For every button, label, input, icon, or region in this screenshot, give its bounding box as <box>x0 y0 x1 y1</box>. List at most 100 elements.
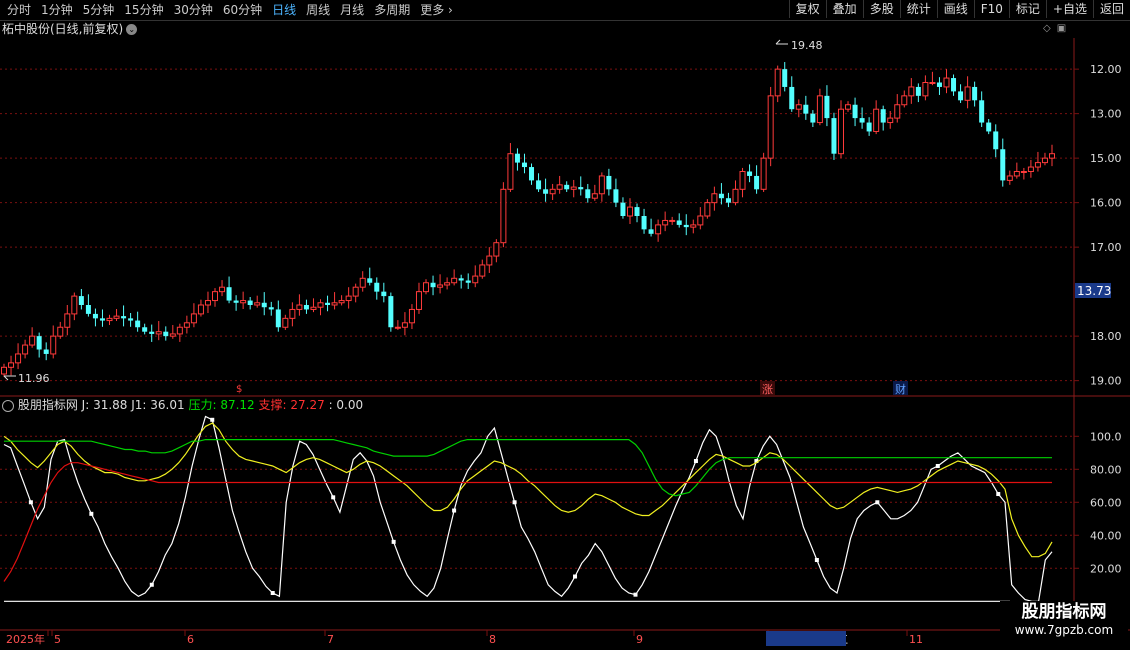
candle-up <box>359 277 366 288</box>
candle-up <box>845 104 852 110</box>
candle-up <box>816 95 823 124</box>
candle-down <box>142 327 148 332</box>
low-price-label: 11.96 <box>18 372 50 385</box>
candle-down <box>585 189 591 199</box>
candle-down <box>374 282 380 292</box>
support-value: 支撑: 27.27 <box>258 398 325 412</box>
candle-up <box>317 302 324 308</box>
low-arrow-icon <box>3 375 16 381</box>
high-arrow-icon <box>775 39 788 45</box>
candle-up <box>472 275 479 284</box>
candle-up <box>598 175 605 195</box>
date-label: 9 <box>636 633 643 646</box>
candle-down <box>430 282 436 288</box>
candle-down <box>725 198 731 203</box>
candle-down <box>979 100 985 123</box>
candle-up <box>338 300 345 304</box>
date-cursor-badge-bg <box>766 631 846 646</box>
price-tick-label: 15.00 <box>1090 152 1122 165</box>
candle-up <box>197 304 204 315</box>
price-tick-label: 17.00 <box>1090 241 1122 254</box>
candle-down <box>831 118 837 154</box>
candle-up <box>352 286 359 297</box>
price-tick-label: 18.00 <box>1090 330 1122 343</box>
candle-up <box>1027 166 1034 173</box>
date-label: 5 <box>54 633 61 646</box>
indicator-name: 股朋指标网 <box>17 398 78 412</box>
j-signal-point <box>693 459 698 464</box>
candle-up <box>296 304 303 310</box>
kline-chart[interactable]: 19.00 18.00 17.00 16.00 15.00 13.00 12.00 100.… <box>0 0 1130 650</box>
candle-up <box>500 188 507 244</box>
candle-up <box>690 224 697 228</box>
candle-up <box>282 317 289 328</box>
series-line-j1 <box>3 422 1053 558</box>
candle-down <box>993 131 999 150</box>
finance-marker[interactable]: 财 <box>895 382 906 396</box>
candle-up <box>22 344 29 355</box>
candle-down <box>859 118 865 123</box>
candle-up <box>549 188 556 195</box>
candle-up <box>767 95 774 159</box>
j-signal-point <box>512 500 517 505</box>
candle-up <box>345 295 352 302</box>
j-signal-point <box>331 495 336 500</box>
candles <box>1 62 1055 377</box>
candle-down <box>958 91 964 101</box>
candle-down <box>36 336 42 350</box>
candle-up <box>1020 171 1027 173</box>
candle-up <box>901 95 908 106</box>
candle-up <box>415 291 422 310</box>
watermark-url: www.7gpzb.com <box>1014 623 1114 637</box>
candle-down <box>782 69 788 87</box>
candle-down <box>128 318 134 321</box>
settings-circle-icon[interactable] <box>2 399 14 412</box>
price-tick-label: 12.00 <box>1090 63 1122 76</box>
candle-up <box>289 308 296 319</box>
candle-up <box>711 193 718 204</box>
candle-up <box>219 286 226 293</box>
candle-up <box>401 322 408 328</box>
indicator-tick-label: 40.00 <box>1090 529 1122 542</box>
candle-down <box>648 229 654 234</box>
candle-up <box>662 219 669 226</box>
j-signal-point <box>89 511 94 516</box>
candle-down <box>514 153 520 163</box>
indicator-tick-label: 100.0 <box>1090 430 1122 443</box>
candle-up <box>176 326 183 335</box>
candle-down <box>676 220 682 225</box>
candle-up <box>29 335 36 346</box>
candle-up <box>64 313 71 328</box>
candle-up <box>479 264 486 277</box>
j-signal-point <box>633 592 638 597</box>
date-label: 8 <box>489 633 496 646</box>
price-tick-label: 19.00 <box>1090 375 1122 388</box>
candle-down <box>747 171 753 176</box>
candle-up <box>1 366 7 375</box>
candle-up <box>190 313 197 324</box>
site-watermark: 股朋指标网 www.7gpzb.com <box>1000 601 1128 641</box>
candle-down <box>866 122 872 132</box>
rise-marker[interactable]: 涨 <box>762 383 773 396</box>
candle-up <box>169 333 176 337</box>
j1-value: J1: 36.01 <box>131 398 185 412</box>
indicator-axis: 100.0 80.00 60.00 40.00 20.00 <box>1074 430 1122 575</box>
candle-down <box>78 296 84 305</box>
j-signal-point <box>270 591 275 596</box>
candle-up <box>908 86 915 97</box>
candle-up <box>8 362 15 368</box>
candle-up <box>943 77 950 88</box>
candle-up <box>570 186 577 190</box>
candle-down <box>43 349 49 354</box>
candle-up <box>212 291 219 302</box>
candle-up <box>444 282 451 286</box>
candle-up <box>50 335 57 355</box>
event-s-marker[interactable]: $ <box>236 384 242 395</box>
candle-up <box>760 157 767 190</box>
series-line-pressure <box>4 439 1052 497</box>
candle-down <box>268 307 274 310</box>
candle-up <box>331 302 338 306</box>
candle-up <box>795 104 802 110</box>
current-price-badge: 13.73 <box>1077 284 1111 298</box>
indicator-tick-label: 20.00 <box>1090 562 1122 575</box>
